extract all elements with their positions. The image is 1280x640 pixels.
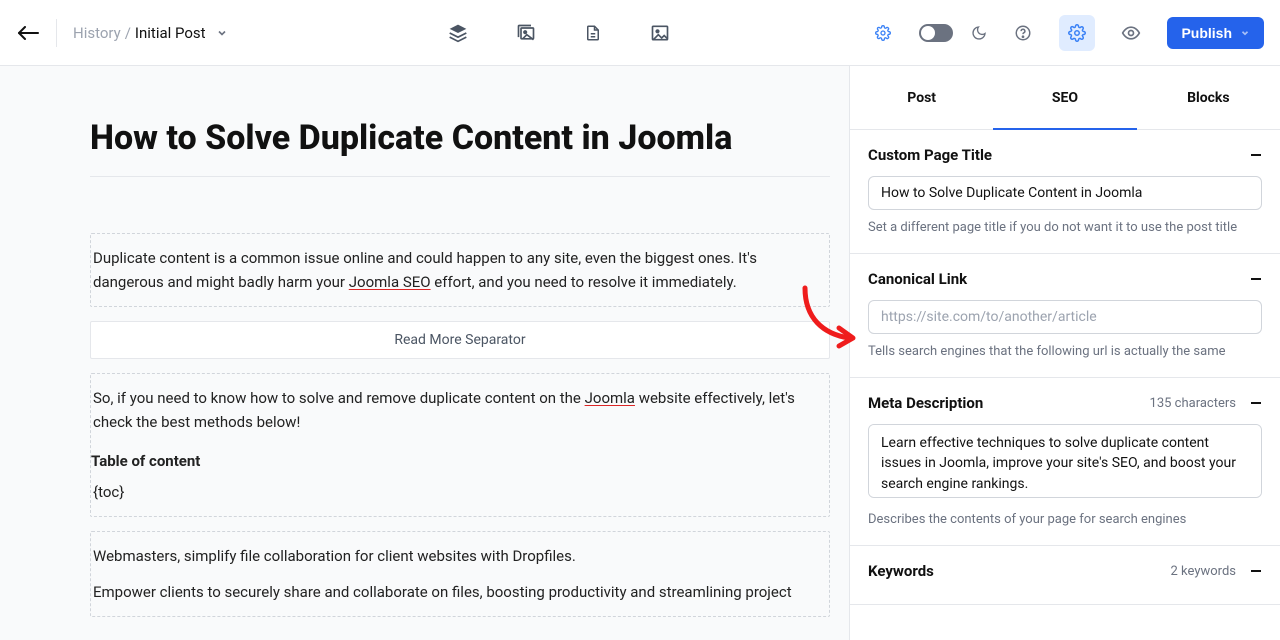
section-custom-page-title: Custom Page Title Set a different page t… xyxy=(850,130,1280,254)
minus-icon xyxy=(1250,273,1262,285)
paragraph[interactable]: Empower clients to securely share and co… xyxy=(91,580,829,604)
section-keywords: Keywords 2 keywords xyxy=(850,546,1280,605)
settings-panel-button[interactable] xyxy=(1059,15,1095,51)
eye-icon xyxy=(1121,23,1141,43)
dark-mode-toggle[interactable] xyxy=(919,24,953,42)
topbar-left: History / Initial Post xyxy=(16,19,228,47)
arrow-left-icon xyxy=(17,26,39,40)
collapse-button[interactable] xyxy=(1250,397,1262,409)
help-icon xyxy=(1014,24,1032,42)
settings-sidebar: Post SEO Blocks Custom Page Title Set a … xyxy=(850,66,1280,640)
minus-icon xyxy=(1250,149,1262,161)
minus-icon xyxy=(1250,397,1262,409)
collapse-button[interactable] xyxy=(1250,273,1262,285)
minus-icon xyxy=(1250,565,1262,577)
paragraph[interactable]: So, if you need to know how to solve and… xyxy=(91,386,829,434)
paragraph[interactable]: Duplicate content is a common issue onli… xyxy=(91,246,829,294)
field-hint: Tells search engines that the following … xyxy=(868,344,1262,359)
custom-page-title-input[interactable] xyxy=(868,176,1262,210)
divider xyxy=(56,19,57,47)
post-title[interactable]: How to Solve Duplicate Content in Joomla xyxy=(90,118,830,177)
publish-label: Publish xyxy=(1181,25,1232,41)
help-button[interactable] xyxy=(1005,15,1041,51)
section-canonical-link: Canonical Link Tells search engines that… xyxy=(850,254,1280,378)
meta-description-textarea[interactable] xyxy=(868,424,1262,498)
read-more-separator[interactable]: Read More Separator xyxy=(90,321,830,359)
back-button[interactable] xyxy=(16,21,40,45)
section-title: Meta Description xyxy=(868,394,983,412)
breadcrumb-sep: / xyxy=(125,24,131,42)
paragraph[interactable]: Webmasters, simplify file collaboration … xyxy=(91,544,829,568)
gear-icon xyxy=(875,25,891,41)
tab-blocks[interactable]: Blocks xyxy=(1137,66,1280,129)
tab-seo[interactable]: SEO xyxy=(993,66,1136,129)
publish-button[interactable]: Publish xyxy=(1167,17,1264,49)
moon-icon xyxy=(971,25,987,41)
section-meta-description: Meta Description 135 characters Describe… xyxy=(850,378,1280,546)
toc-shortcode[interactable]: {toc} xyxy=(91,480,829,504)
chevron-down-icon[interactable] xyxy=(216,27,228,39)
breadcrumb[interactable]: History / Initial Post xyxy=(73,24,228,42)
field-hint: Describes the contents of your page for … xyxy=(868,512,1262,527)
tab-post[interactable]: Post xyxy=(850,66,993,129)
section-title: Custom Page Title xyxy=(868,146,992,164)
gear-icon xyxy=(1068,24,1086,42)
content-block[interactable]: Webmasters, simplify file collaboration … xyxy=(90,531,830,617)
breadcrumb-history: History xyxy=(73,24,121,42)
layers-icon[interactable] xyxy=(448,23,468,43)
editor-inner: How to Solve Duplicate Content in Joomla… xyxy=(90,66,830,617)
breadcrumb-current: Initial Post xyxy=(135,24,206,42)
toc-heading[interactable]: Table of content xyxy=(91,452,829,470)
section-title: Keywords xyxy=(868,562,934,580)
settings-small-button[interactable] xyxy=(865,15,901,51)
keyword-count: 2 keywords xyxy=(1171,564,1236,579)
content-block[interactable]: Duplicate content is a common issue onli… xyxy=(90,233,830,307)
underlined-term: Joomla xyxy=(585,389,635,407)
collapse-button[interactable] xyxy=(1250,149,1262,161)
preview-button[interactable] xyxy=(1113,15,1149,51)
main: How to Solve Duplicate Content in Joomla… xyxy=(0,66,1280,640)
canonical-link-input[interactable] xyxy=(868,300,1262,334)
collapse-button[interactable] xyxy=(1250,565,1262,577)
image-icon[interactable] xyxy=(650,23,670,43)
topbar: History / Initial Post xyxy=(0,0,1280,66)
character-count: 135 characters xyxy=(1150,396,1236,411)
topbar-right: Publish xyxy=(865,15,1264,51)
editor-canvas[interactable]: How to Solve Duplicate Content in Joomla… xyxy=(0,66,850,640)
toolbar xyxy=(448,23,670,43)
underlined-term: Joomla SEO xyxy=(349,273,431,291)
gallery-icon[interactable] xyxy=(516,23,536,43)
sidebar-tabs: Post SEO Blocks xyxy=(850,66,1280,130)
content-block[interactable]: So, if you need to know how to solve and… xyxy=(90,373,830,517)
chevron-down-icon xyxy=(1240,28,1250,38)
field-hint: Set a different page title if you do not… xyxy=(868,220,1262,235)
document-icon[interactable] xyxy=(584,23,602,43)
section-title: Canonical Link xyxy=(868,270,967,288)
